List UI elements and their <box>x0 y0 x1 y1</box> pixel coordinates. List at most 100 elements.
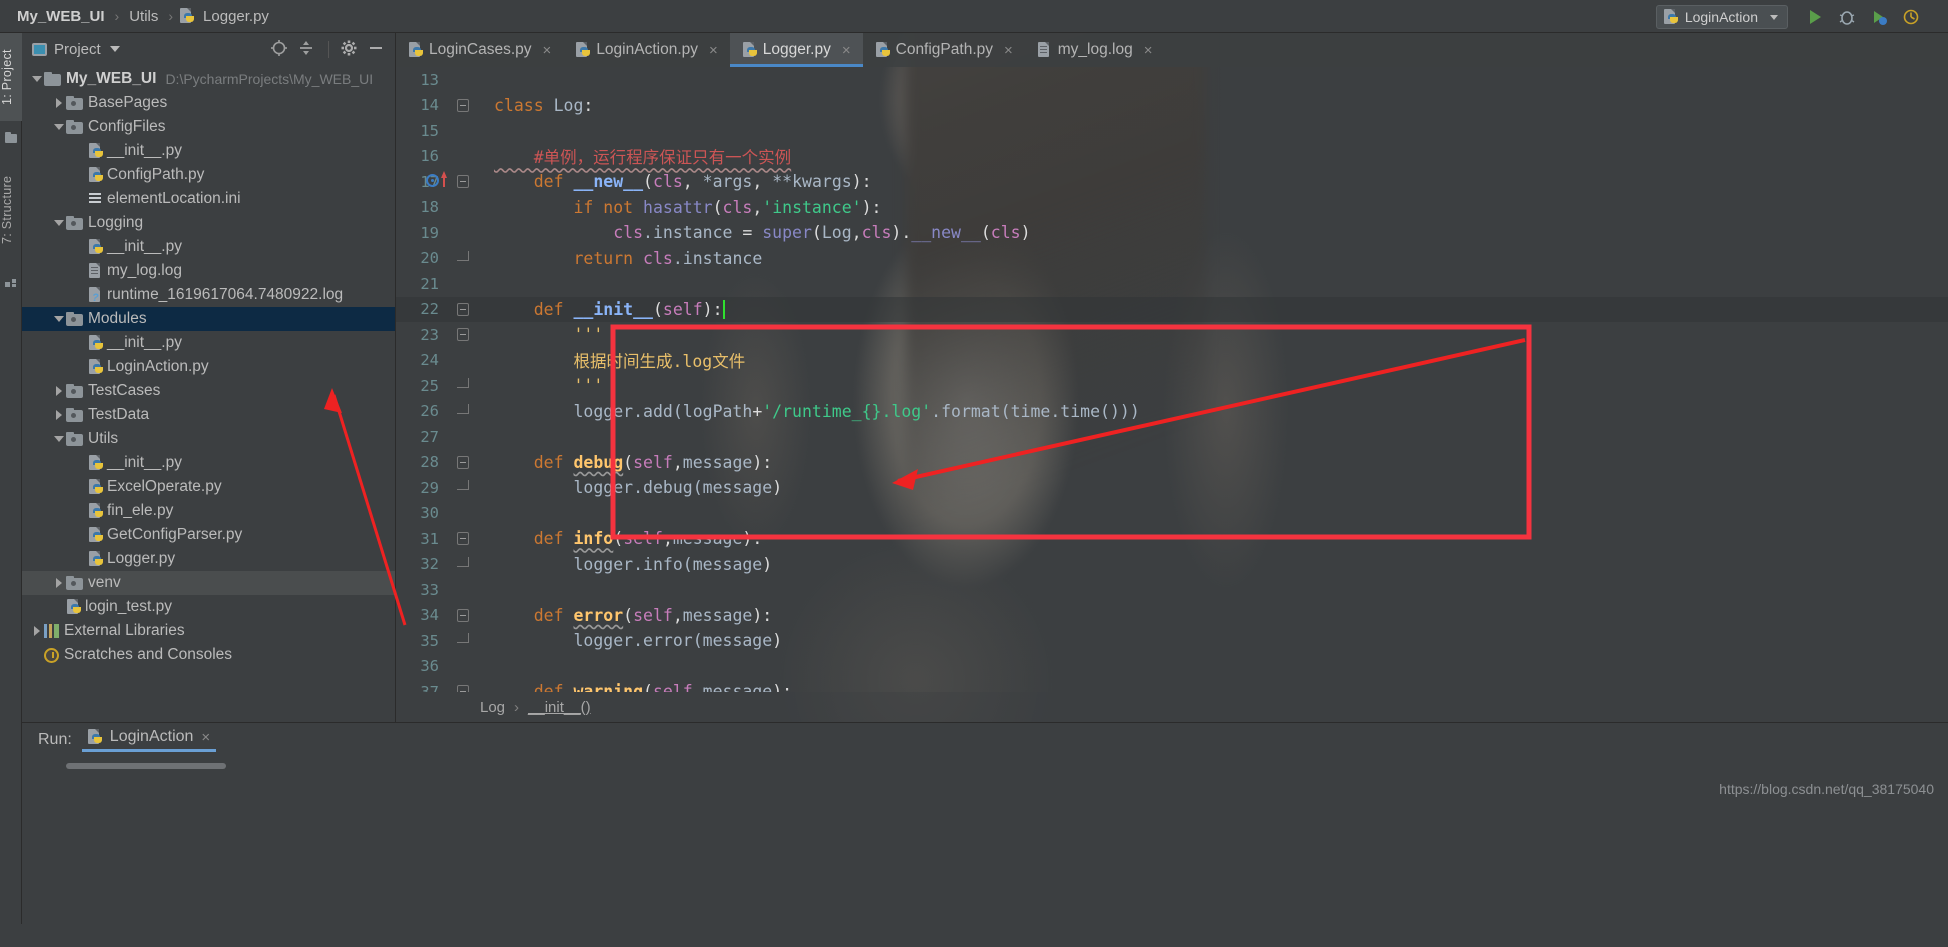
scrollbar-thumb[interactable] <box>66 763 226 769</box>
tree-row[interactable]: BasePages <box>22 91 395 115</box>
code-line[interactable]: 37 def warning(self,message): <box>396 679 1948 692</box>
fold-collapse-icon[interactable] <box>457 328 469 341</box>
breadcrumb-project[interactable]: My_WEB_UI <box>14 8 108 25</box>
run-with-coverage-button[interactable] <box>1866 4 1892 30</box>
code-line[interactable]: 17 def __new__(cls, *args, **kwargs): <box>396 169 1948 195</box>
hide-panel-icon[interactable] <box>367 39 387 59</box>
code-line[interactable]: 28 def debug(self,message): <box>396 450 1948 476</box>
code-line[interactable]: 34 def error(self,message): <box>396 603 1948 629</box>
tree-row[interactable]: my_log.log <box>22 259 395 283</box>
gutter-marker-area[interactable] <box>426 169 478 195</box>
code-line[interactable]: 32 logger.info(message) <box>396 552 1948 578</box>
code-line[interactable]: 13 <box>396 67 1948 93</box>
gutter-marker-area[interactable] <box>448 297 478 323</box>
code-line[interactable]: 20 return cls.instance <box>396 246 1948 272</box>
editor-tab-my_log-log[interactable]: my_log.log × <box>1025 33 1165 67</box>
gutter-marker-area[interactable] <box>448 246 478 272</box>
gutter-marker-area[interactable] <box>448 195 478 221</box>
run-configuration-selector[interactable]: LoginAction <box>1655 5 1788 29</box>
code-line[interactable]: 23 ''' <box>396 322 1948 348</box>
editor-tab-loginaction-py[interactable]: LoginAction.py × <box>563 33 729 67</box>
tree-row[interactable]: fin_ele.py <box>22 499 395 523</box>
locate-icon[interactable] <box>270 39 290 59</box>
editor-tab-logincases-py[interactable]: LoginCases.py × <box>396 33 563 67</box>
gutter-marker-area[interactable] <box>448 373 478 399</box>
code-line[interactable]: 22 def __init__(self): <box>396 296 1948 323</box>
fold-collapse-icon[interactable] <box>457 532 469 545</box>
code-line[interactable]: 14 class Log: <box>396 93 1948 119</box>
chevron-right-icon[interactable] <box>52 571 66 595</box>
run-output-area[interactable]: https://blog.csdn.net/qq_38175040 <box>22 757 1948 947</box>
gutter-marker-area[interactable] <box>448 424 478 450</box>
gutter-marker-area[interactable] <box>448 399 478 425</box>
tree-row[interactable]: __init__.py <box>22 235 395 259</box>
gutter-marker-area[interactable] <box>448 628 478 654</box>
chevron-down-icon[interactable] <box>52 211 66 235</box>
gutter-marker-area[interactable] <box>448 526 478 552</box>
tree-row[interactable]: TestCases <box>22 379 395 403</box>
tree-row[interactable]: Modules <box>22 307 395 331</box>
tree-row[interactable]: ExcelOperate.py <box>22 475 395 499</box>
override-marker-icon[interactable] <box>441 171 447 187</box>
chevron-down-icon[interactable] <box>109 46 120 52</box>
code-line[interactable]: 25 ''' <box>396 373 1948 399</box>
chevron-right-icon[interactable] <box>52 379 66 403</box>
code-line[interactable]: 19 cls.instance = super(Log,cls).__new__… <box>396 220 1948 246</box>
gutter-marker-area[interactable] <box>448 348 478 374</box>
tree-row[interactable]: elementLocation.ini <box>22 187 395 211</box>
fold-collapse-icon[interactable] <box>457 608 469 622</box>
code-line[interactable]: 27 <box>396 424 1948 450</box>
tree-row[interactable]: TestData <box>22 403 395 427</box>
profile-button[interactable] <box>1898 4 1924 30</box>
debug-button[interactable] <box>1834 4 1860 30</box>
tree-row[interactable]: Utils <box>22 427 395 451</box>
code-line[interactable]: 35 logger.error(message) <box>396 628 1948 654</box>
close-icon[interactable]: × <box>543 42 552 59</box>
gutter-marker-area[interactable] <box>448 577 478 603</box>
code-line[interactable]: 16 #单例，运行程序保证只有一个实例 <box>396 144 1948 170</box>
sidebar-item-structure[interactable]: 7: Structure <box>0 155 22 265</box>
tree-row[interactable]: GetConfigParser.py <box>22 523 395 547</box>
gutter-marker-area[interactable] <box>448 144 478 170</box>
code-line[interactable]: 31 def info(self,message): <box>396 526 1948 552</box>
tree-row[interactable]: ConfigFiles <box>22 115 395 139</box>
code-line[interactable]: 33 <box>396 577 1948 603</box>
close-icon[interactable]: × <box>842 42 851 59</box>
tree-row[interactable]: login_test.py <box>22 595 395 619</box>
tree-row[interactable]: LoginAction.py <box>22 355 395 379</box>
gutter-marker-area[interactable] <box>448 603 478 629</box>
gutter-marker-area[interactable] <box>448 552 478 578</box>
gutter-marker-area[interactable] <box>448 118 478 144</box>
code-line[interactable]: 30 <box>396 501 1948 527</box>
gutter-marker-area[interactable] <box>448 475 478 501</box>
code-line[interactable]: 18 if not hasattr(cls,'instance'): <box>396 195 1948 221</box>
gutter-marker-area[interactable] <box>448 93 478 119</box>
breadcrumb-class[interactable]: Log <box>480 699 505 716</box>
gutter-marker-area[interactable] <box>448 501 478 527</box>
tree-row[interactable]: Logger.py <box>22 547 395 571</box>
breadcrumb-method[interactable]: __init__() <box>528 699 591 716</box>
tree-row[interactable]: __init__.py <box>22 331 395 355</box>
fold-collapse-icon[interactable] <box>457 302 469 316</box>
tree-row[interactable]: Logging <box>22 211 395 235</box>
editor-tab-configpath-py[interactable]: ConfigPath.py × <box>863 33 1025 67</box>
chevron-right-icon[interactable] <box>52 91 66 115</box>
close-icon[interactable]: × <box>1144 42 1153 59</box>
tree-row[interactable]: ? runtime_1619617064.7480922.log <box>22 283 395 307</box>
fold-collapse-icon[interactable] <box>457 98 469 112</box>
code-editor[interactable]: 13 14 class Log: 15 16 #单例，运行程序保证只有一个实例 17 de… <box>396 67 1948 692</box>
tree-row[interactable]: ConfigPath.py <box>22 163 395 187</box>
code-line[interactable]: 21 <box>396 271 1948 297</box>
breadcrumb-folder[interactable]: Utils <box>126 8 161 25</box>
sidebar-item-project[interactable]: 1: Project <box>0 33 22 121</box>
tree-row[interactable]: __init__.py <box>22 139 395 163</box>
gutter-marker-area[interactable] <box>448 67 478 93</box>
gutter-marker-area[interactable] <box>448 322 478 348</box>
code-line[interactable]: 15 <box>396 118 1948 144</box>
run-gutter-icon[interactable] <box>426 174 439 187</box>
code-line[interactable]: 29 logger.debug(message) <box>396 475 1948 501</box>
code-line[interactable]: 26 logger.add(logPath+'/runtime_{}.log'.… <box>396 399 1948 425</box>
close-icon[interactable]: × <box>1004 42 1013 59</box>
tree-row[interactable]: __init__.py <box>22 451 395 475</box>
run-tab-loginaction[interactable]: LoginAction × <box>81 728 217 752</box>
